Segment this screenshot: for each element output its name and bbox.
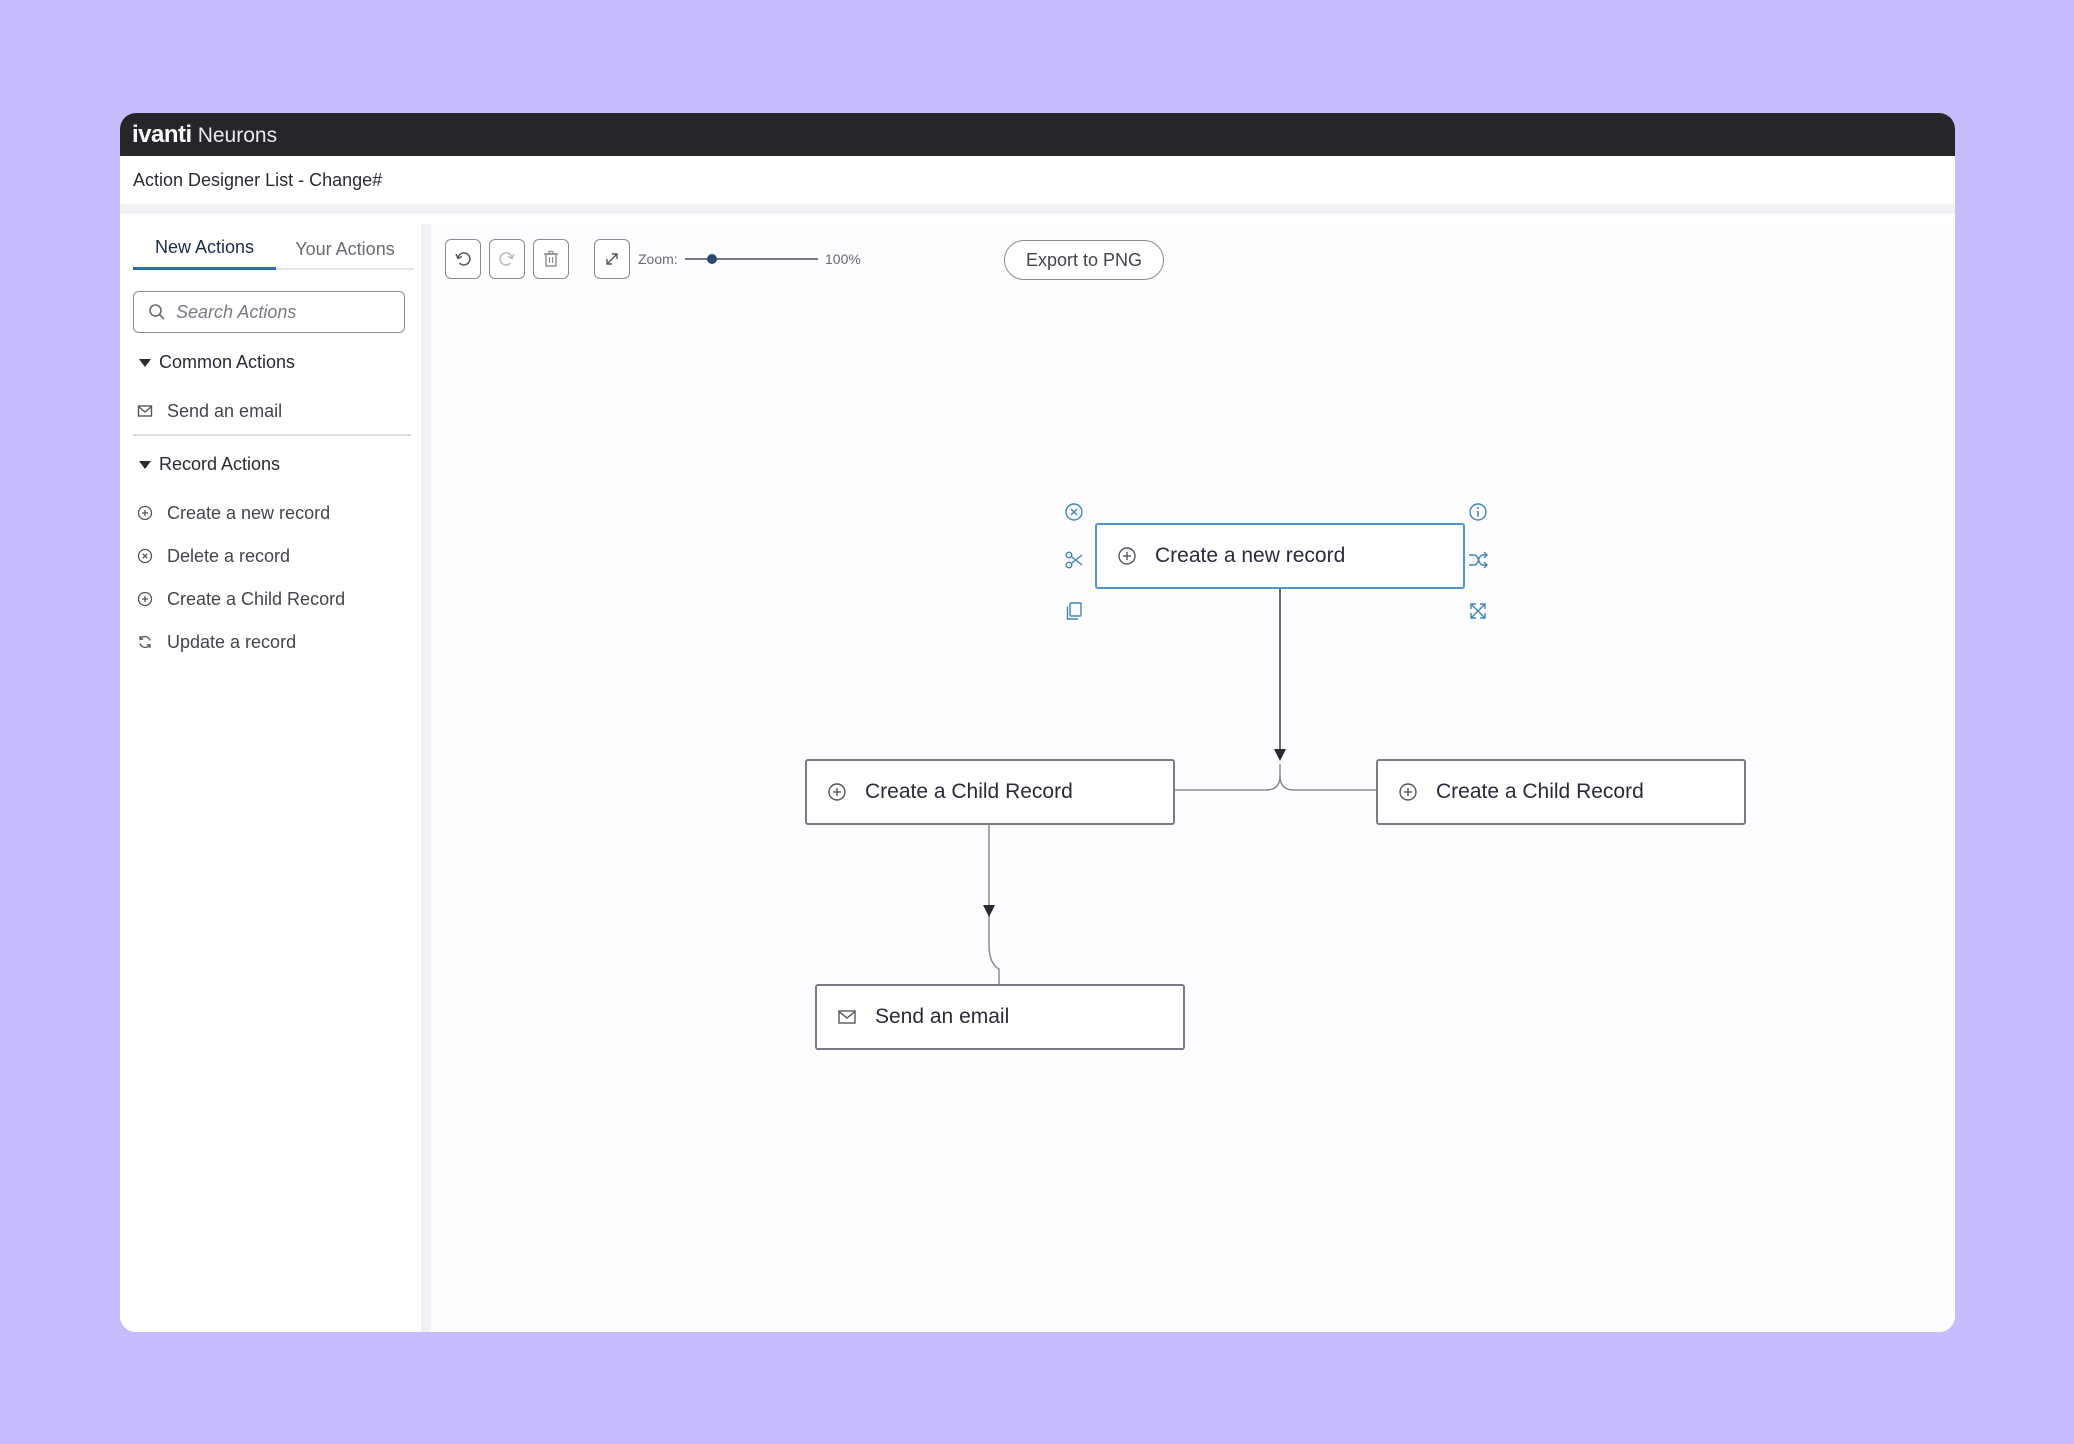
shuffle-icon bbox=[1469, 551, 1488, 569]
node-send-email[interactable]: Send an email bbox=[815, 984, 1185, 1050]
zoom-label: Zoom: bbox=[638, 251, 678, 267]
undo-icon bbox=[455, 252, 471, 266]
list-item-send-email[interactable]: Send an email bbox=[137, 392, 407, 430]
list-item-label: Send an email bbox=[167, 400, 283, 421]
section-title: Common Actions bbox=[159, 352, 296, 372]
caret-down-icon bbox=[139, 358, 151, 367]
node-create-child-record-right[interactable]: Create a Child Record bbox=[1376, 759, 1746, 825]
fit-screen-button[interactable] bbox=[594, 239, 630, 279]
plus-circle-icon bbox=[137, 505, 153, 521]
design-canvas[interactable]: Zoom: 100% Export to PNG Create a new re… bbox=[431, 224, 1955, 1332]
connector-n2-n4 bbox=[988, 824, 1000, 984]
actions-panel: New Actions Your Actions Common Actions … bbox=[120, 224, 421, 1332]
list-item-label: Update a record bbox=[167, 631, 297, 652]
app-window: ivanti Neurons Action Designer List - Ch… bbox=[120, 113, 1955, 1332]
expand-node-button[interactable] bbox=[1464, 597, 1492, 625]
search-icon bbox=[149, 304, 165, 320]
node-create-child-record-left[interactable]: Create a Child Record bbox=[805, 759, 1175, 825]
export-png-button[interactable]: Export to PNG bbox=[1004, 240, 1164, 280]
workspace: New Actions Your Actions Common Actions … bbox=[120, 224, 1955, 1332]
tab-your-actions[interactable]: Your Actions bbox=[276, 228, 414, 270]
section-divider bbox=[133, 434, 411, 436]
plus-circle-icon bbox=[137, 591, 153, 607]
logo-product: Neurons bbox=[197, 123, 278, 147]
search-box[interactable] bbox=[133, 291, 405, 333]
node-label: Send an email bbox=[875, 1005, 1010, 1028]
plus-circle-icon bbox=[1399, 783, 1417, 801]
section-common-actions[interactable]: Common Actions bbox=[139, 352, 295, 373]
zoom-slider[interactable] bbox=[685, 254, 818, 264]
arrowhead-n1 bbox=[1274, 749, 1286, 761]
close-icon bbox=[1065, 503, 1083, 521]
section-record-actions[interactable]: Record Actions bbox=[139, 454, 280, 475]
node-label: Create a Child Record bbox=[1436, 780, 1644, 803]
undo-button[interactable] bbox=[445, 239, 481, 279]
connector-to-n2 bbox=[1174, 764, 1281, 791]
page-header: Action Designer List - Change# bbox=[120, 156, 1955, 214]
redo-icon bbox=[499, 252, 515, 266]
top-bar: ivanti Neurons bbox=[120, 113, 1955, 156]
actions-tabs: New Actions Your Actions bbox=[133, 228, 414, 270]
list-item-delete-record[interactable]: Delete a record bbox=[137, 537, 407, 575]
delete-button[interactable] bbox=[533, 239, 569, 279]
mail-icon bbox=[137, 405, 153, 417]
list-item-label: Delete a record bbox=[167, 545, 291, 566]
remove-node-button[interactable] bbox=[1060, 498, 1088, 526]
zoom-slider-thumb[interactable] bbox=[706, 254, 717, 264]
list-item-create-new-record[interactable]: Create a new record bbox=[137, 494, 407, 532]
refresh-icon bbox=[139, 635, 151, 649]
page-title: Action Designer List - Change# bbox=[133, 169, 383, 190]
node-create-new-record[interactable]: Create a new record bbox=[1095, 523, 1465, 589]
caret-down-icon bbox=[139, 460, 151, 469]
x-circle-icon bbox=[137, 548, 153, 564]
node-label: Create a new record bbox=[1155, 544, 1346, 567]
zoom-value: 100% bbox=[825, 251, 861, 267]
logo-brand: ivanti bbox=[132, 120, 192, 148]
arrowhead-n2 bbox=[983, 905, 995, 917]
expand-icon bbox=[606, 253, 618, 265]
list-item-label: Create a new record bbox=[167, 502, 331, 523]
list-item-create-child-record[interactable]: Create a Child Record bbox=[137, 580, 407, 618]
plus-circle-icon bbox=[828, 783, 846, 801]
list-item-update-record[interactable]: Update a record bbox=[137, 623, 407, 661]
trash-icon bbox=[544, 250, 558, 267]
list-item-label: Create a Child Record bbox=[167, 588, 346, 609]
copy-icon bbox=[1066, 602, 1082, 620]
scissors-icon bbox=[1065, 551, 1083, 569]
connector-to-n3 bbox=[1279, 775, 1376, 791]
expand-arrows-icon bbox=[1470, 603, 1486, 619]
node-info-button[interactable] bbox=[1464, 498, 1492, 526]
node-label: Create a Child Record bbox=[865, 780, 1073, 803]
plus-circle-icon bbox=[1118, 547, 1136, 565]
redo-button[interactable] bbox=[489, 239, 525, 279]
mail-icon bbox=[838, 1010, 856, 1024]
copy-node-button[interactable] bbox=[1060, 597, 1088, 625]
logo[interactable]: ivanti Neurons bbox=[132, 121, 277, 149]
info-icon bbox=[1469, 503, 1487, 521]
section-title: Record Actions bbox=[159, 454, 281, 474]
branch-node-button[interactable] bbox=[1464, 546, 1492, 574]
cut-node-button[interactable] bbox=[1060, 546, 1088, 574]
search-input[interactable] bbox=[176, 301, 376, 323]
tab-new-actions[interactable]: New Actions bbox=[133, 228, 276, 270]
